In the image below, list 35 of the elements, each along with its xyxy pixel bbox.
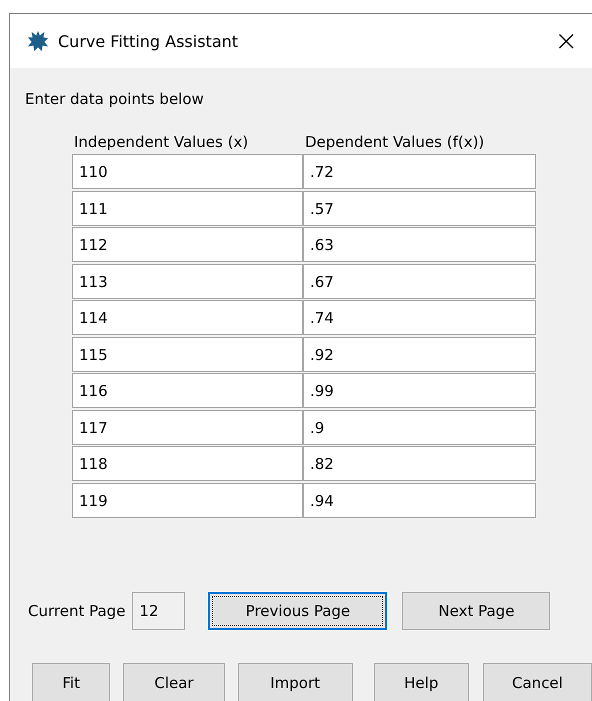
cancel-button[interactable]: Cancel <box>482 663 592 701</box>
table-cell[interactable]: 115 <box>72 336 303 372</box>
close-button[interactable]: × <box>548 27 584 55</box>
table-cell[interactable]: .74 <box>303 300 536 335</box>
table-cell[interactable]: .67 <box>303 264 536 298</box>
window-title: Curve Fitting Assistant <box>58 32 238 50</box>
instruction-text: Enter data points below <box>25 90 205 108</box>
help-button[interactable]: Help <box>374 663 469 701</box>
previous-page-button[interactable]: Previous Page <box>208 592 388 630</box>
fit-button[interactable]: Fit <box>32 663 110 701</box>
table-cell[interactable]: 114 <box>72 300 303 335</box>
column-header: Dependent Values (f(x)) <box>304 133 486 153</box>
table-cell[interactable]: 118 <box>72 446 303 481</box>
clear-button[interactable]: Clear <box>123 663 225 701</box>
current-page-label: Current Page <box>28 602 126 620</box>
table-cell[interactable]: 112 <box>72 227 303 262</box>
table-cell[interactable]: .63 <box>303 227 536 262</box>
table-cell[interactable]: .82 <box>303 446 536 481</box>
table-cell[interactable]: 111 <box>72 190 303 226</box>
page-field[interactable]: 12 <box>132 592 186 630</box>
table-cell[interactable]: 113 <box>72 264 303 298</box>
table-cell[interactable]: .57 <box>303 190 536 226</box>
table-cell[interactable]: 117 <box>72 410 303 444</box>
table-cell[interactable]: .92 <box>303 336 536 372</box>
table-cell[interactable]: 119 <box>72 482 303 518</box>
next-page-button[interactable]: Next Page <box>402 592 550 630</box>
table-cell[interactable]: 110 <box>72 154 303 189</box>
table-cell[interactable]: 116 <box>72 373 303 408</box>
table-cell[interactable]: .72 <box>303 154 536 189</box>
table-cell[interactable]: .94 <box>303 482 536 518</box>
table-cell[interactable]: .99 <box>303 373 536 408</box>
table-cell[interactable]: .9 <box>303 410 536 444</box>
splat-icon <box>27 30 49 52</box>
column-header: Independent Values (x) <box>73 133 250 153</box>
import-button[interactable]: Import <box>238 663 353 701</box>
